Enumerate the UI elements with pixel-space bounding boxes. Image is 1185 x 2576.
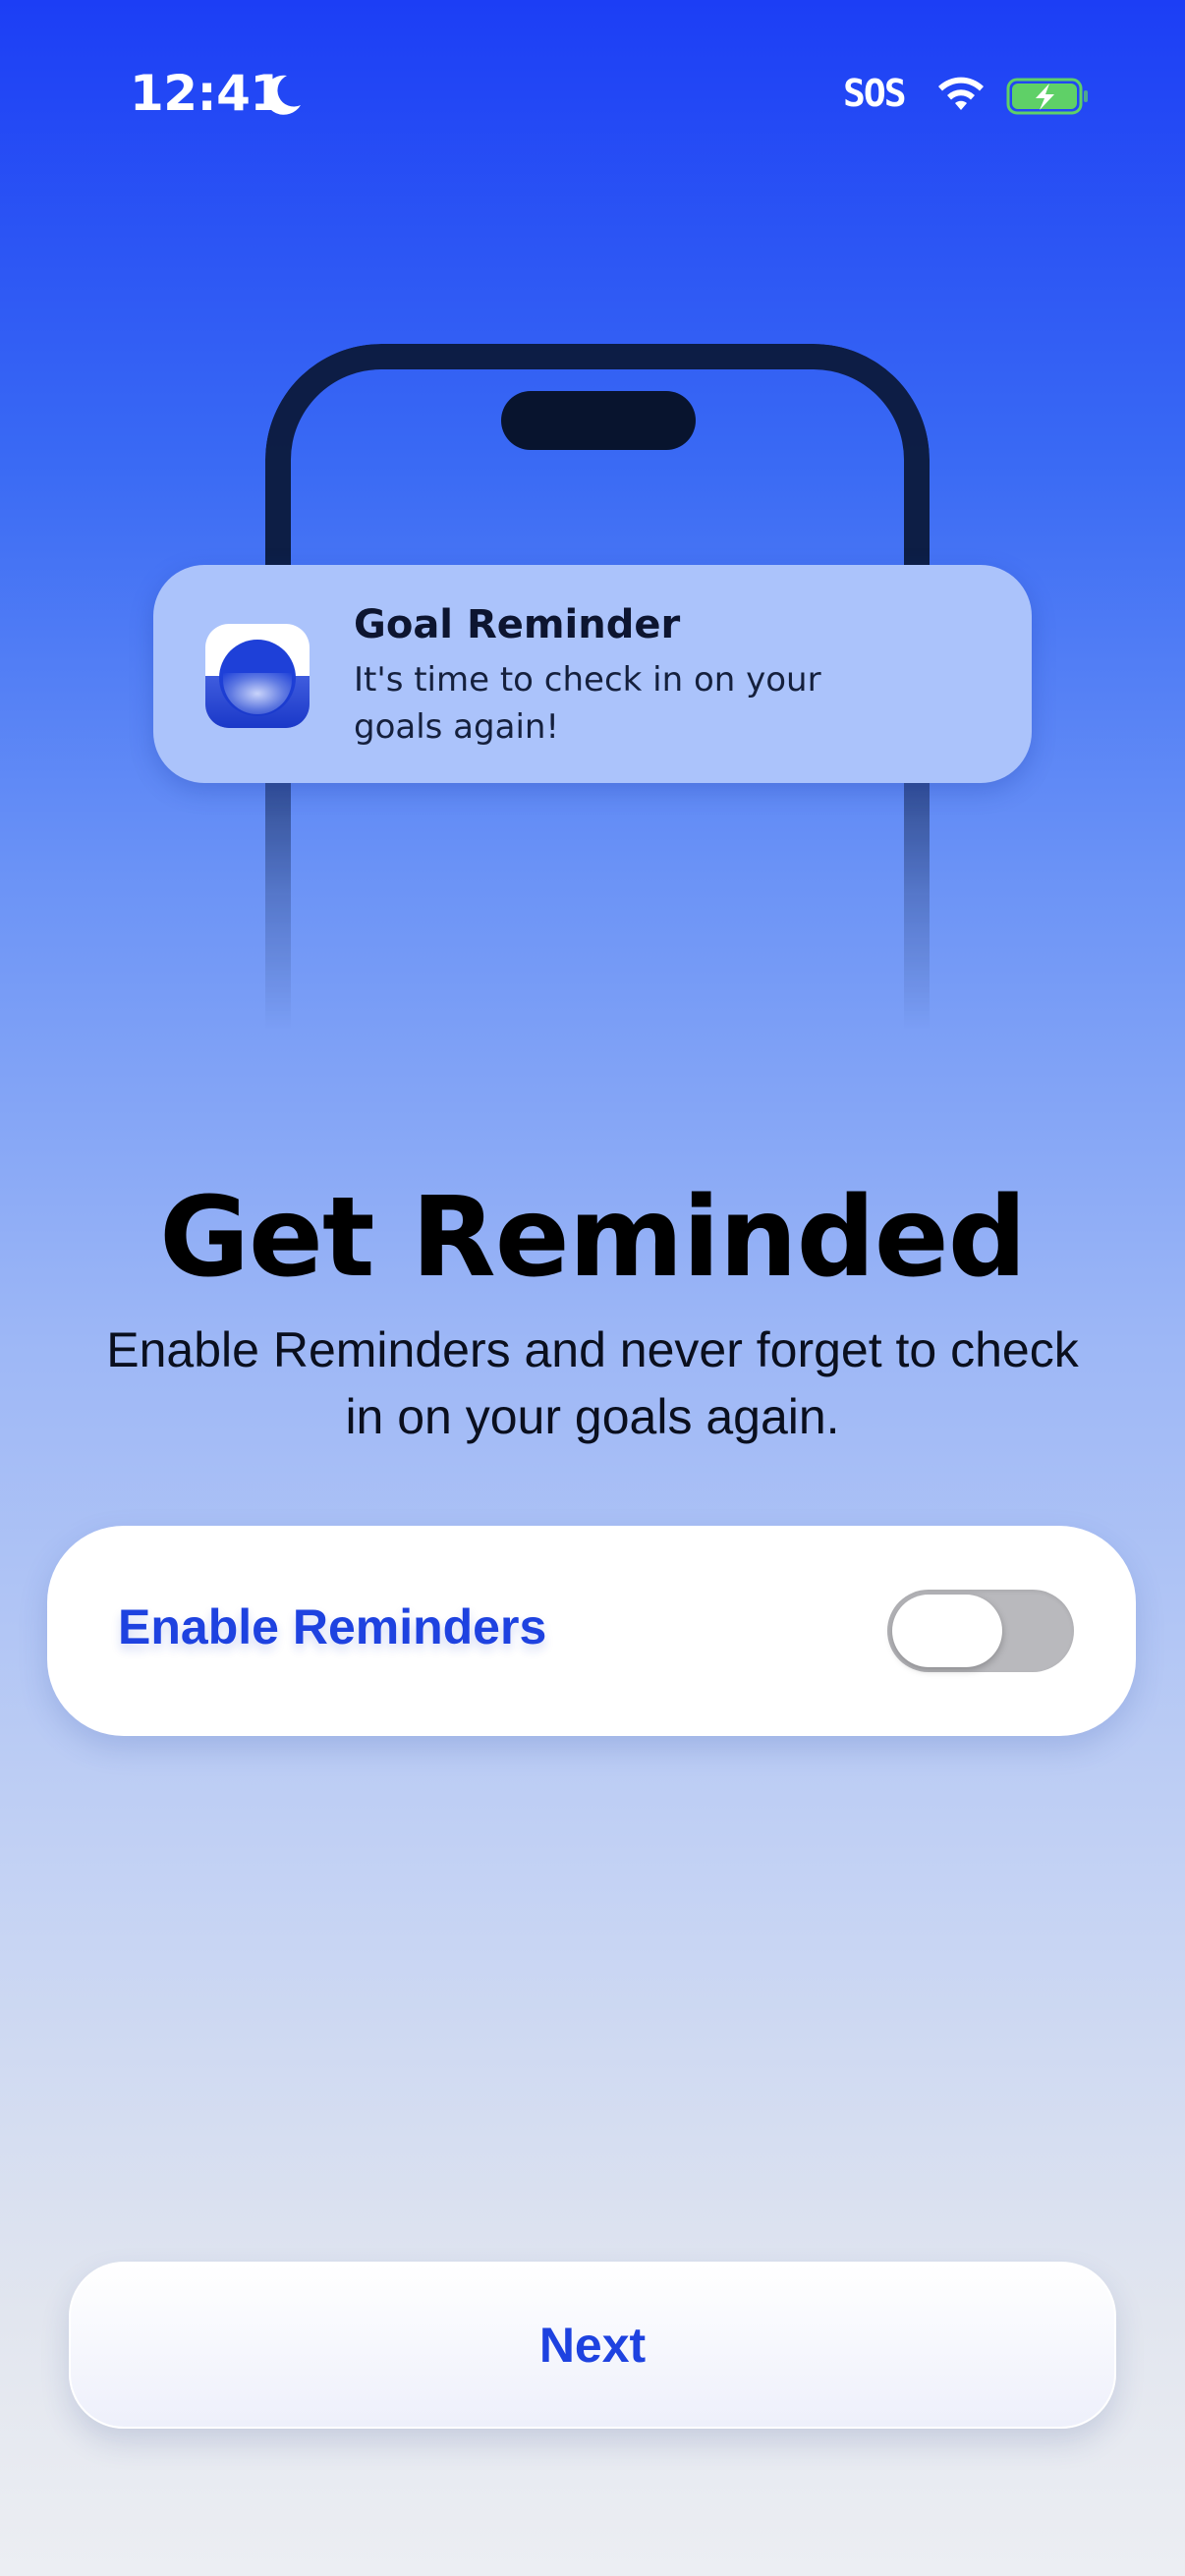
battery-charging-icon [1006, 78, 1088, 115]
page-title: Get Reminded [159, 1174, 1027, 1302]
app-icon [205, 624, 310, 728]
moon-icon [263, 75, 301, 115]
toggle-knob [892, 1595, 1002, 1667]
next-button-label: Next [538, 2318, 647, 2373]
page-subtitle: Enable Reminders and never forget to che… [106, 1322, 1079, 1444]
status-carrier: SOS [843, 72, 907, 115]
notification-body: It's time to check in on your goals agai… [354, 660, 821, 747]
notification-preview: Goal Reminder It's time to check in on y… [153, 565, 1032, 783]
next-button[interactable]: Next [69, 2262, 1116, 2429]
enable-reminders-toggle[interactable] [887, 1590, 1074, 1672]
enable-reminders-label: Enable Reminders [118, 1599, 547, 1654]
notification-title: Goal Reminder [354, 602, 681, 647]
enable-reminders-row[interactable]: Enable Reminders [47, 1526, 1136, 1736]
wifi-icon [938, 77, 984, 110]
dynamic-island [501, 391, 696, 450]
status-bar: 12:41 SOS [0, 0, 1185, 187]
